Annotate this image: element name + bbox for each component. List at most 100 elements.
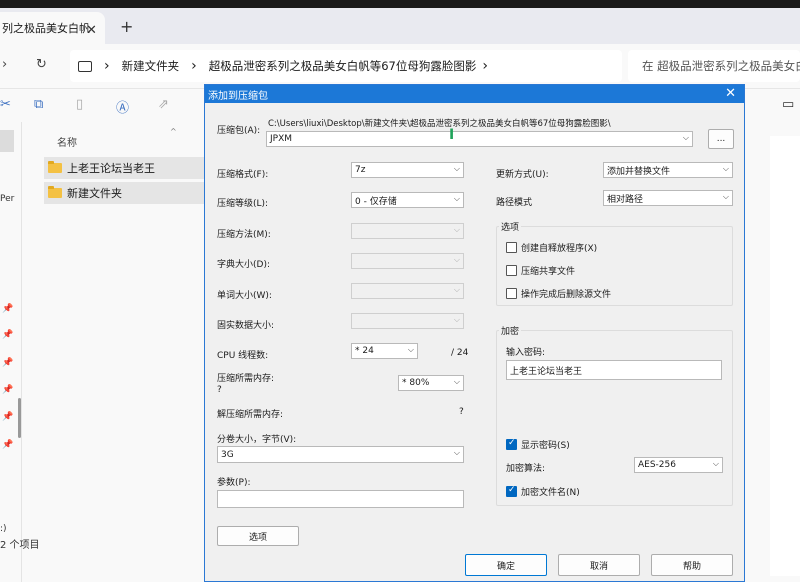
mem-decomp-value: ? bbox=[459, 407, 464, 417]
chevron-down-icon: ⌵ bbox=[722, 192, 729, 201]
list-item[interactable]: 新建文件夹 bbox=[44, 182, 204, 204]
scrollbar[interactable] bbox=[18, 398, 21, 438]
search-input[interactable]: 在 超极品泄密系列之极品美女白帆 bbox=[628, 50, 800, 82]
mem-comp-unknown: ? bbox=[217, 385, 222, 395]
encryption-method-select[interactable]: AES-256 ⌵ bbox=[634, 457, 723, 473]
update-select[interactable]: 添加并替换文件 ⌵ bbox=[603, 162, 733, 178]
chevron-right-icon: › bbox=[482, 58, 488, 74]
dict-select[interactable]: ⌵ bbox=[351, 253, 464, 269]
explorer-tab[interactable]: 列之极品美女白帆 ✕ bbox=[0, 12, 105, 44]
checkbox-box[interactable] bbox=[506, 485, 517, 497]
method-label: 压缩方法(M): bbox=[217, 230, 271, 240]
mem-comp-value: * 80% bbox=[402, 378, 430, 388]
show-password-checkbox[interactable]: 显示密码(S) bbox=[506, 438, 570, 451]
cancel-button[interactable]: 取消 bbox=[558, 554, 640, 576]
checkbox-label: 压缩共享文件 bbox=[521, 267, 576, 277]
text-cursor-icon: I bbox=[449, 127, 455, 143]
pin-icon: 📌 bbox=[2, 330, 14, 340]
archive-name-combo[interactable]: JPXM ⌵ bbox=[266, 131, 693, 147]
pin-icon: 📌 bbox=[2, 358, 14, 368]
address-bar[interactable]: › 新建文件夹 › 超极品泄密系列之极品美女白帆等67位母狗露脸图影 › bbox=[70, 50, 622, 82]
drive-label[interactable]: :) bbox=[0, 524, 7, 534]
browse-button[interactable]: ... bbox=[708, 129, 734, 149]
nav-item-label[interactable]: Per bbox=[0, 194, 14, 204]
details-pane bbox=[770, 136, 800, 576]
update-value: 添加并替换文件 bbox=[607, 166, 671, 177]
solid-select[interactable]: ⌵ bbox=[351, 313, 464, 329]
paste-icon[interactable]: ▯ bbox=[76, 97, 83, 112]
forward-icon[interactable]: › bbox=[2, 57, 7, 72]
encrypt-filenames-checkbox[interactable]: 加密文件名(N) bbox=[506, 485, 580, 498]
level-label: 压缩等级(L): bbox=[217, 199, 269, 209]
encryption-group-title: 加密 bbox=[499, 324, 522, 337]
path-mode-value: 相对路径 bbox=[607, 194, 644, 205]
password-input[interactable]: 上老王论坛当老王 bbox=[506, 360, 722, 380]
archive-name-value: JPXM bbox=[270, 134, 293, 144]
mem-comp-label: 压缩所需内存: bbox=[217, 374, 275, 384]
breadcrumb-item[interactable]: 超极品泄密系列之极品美女白帆等67位母狗露脸图影 bbox=[209, 58, 477, 74]
folder-icon bbox=[48, 186, 62, 198]
dialog-titlebar[interactable]: 添加到压缩包 ✕ bbox=[205, 85, 744, 103]
close-icon[interactable]: ✕ bbox=[725, 86, 736, 101]
chevron-down-icon: ⌵ bbox=[453, 377, 460, 386]
nav-selected-item[interactable] bbox=[0, 130, 14, 152]
checkbox-box[interactable] bbox=[506, 288, 517, 299]
cpu-select[interactable]: * 24 ⌵ bbox=[351, 343, 418, 359]
path-mode-select[interactable]: 相对路径 ⌵ bbox=[603, 190, 733, 206]
archive-label: 压缩包(A): bbox=[217, 126, 261, 136]
add-tab-icon[interactable]: + bbox=[120, 17, 133, 36]
word-select[interactable]: ⌵ bbox=[351, 283, 464, 299]
solid-label: 固实数据大小: bbox=[217, 321, 275, 331]
format-value: 7z bbox=[355, 165, 366, 175]
checkbox-label: 加密文件名(N) bbox=[521, 488, 580, 498]
share-icon[interactable]: ⇗ bbox=[158, 97, 169, 112]
volume-label: 分卷大小，字节(V): bbox=[217, 435, 297, 445]
rename-icon[interactable]: Ⓐ bbox=[116, 97, 129, 116]
help-button[interactable]: 帮助 bbox=[651, 554, 733, 576]
chevron-down-icon: ⌵ bbox=[407, 345, 414, 354]
chevron-right-icon: › bbox=[191, 58, 197, 74]
pin-icon: 📌 bbox=[2, 304, 14, 314]
list-item[interactable]: 上老王论坛当老王 bbox=[44, 157, 204, 179]
status-item-count: 2 个项目 bbox=[0, 540, 40, 551]
password-label: 输入密码: bbox=[506, 348, 546, 358]
method-select[interactable]: ⌵ bbox=[351, 223, 464, 239]
mem-comp-select[interactable]: * 80% ⌵ bbox=[398, 375, 464, 391]
folder-icon bbox=[48, 161, 62, 173]
breadcrumb-item[interactable]: 新建文件夹 bbox=[122, 58, 180, 74]
volume-combo[interactable]: 3G ⌵ bbox=[217, 446, 464, 463]
shared-checkbox[interactable]: 压缩共享文件 bbox=[506, 264, 575, 277]
refresh-icon[interactable]: ↻ bbox=[36, 57, 47, 72]
params-input[interactable] bbox=[217, 490, 464, 508]
format-label: 压缩格式(F): bbox=[217, 170, 269, 180]
close-icon[interactable]: ✕ bbox=[86, 23, 97, 38]
params-label: 参数(P): bbox=[217, 478, 251, 488]
cpu-label: CPU 线程数: bbox=[217, 351, 269, 361]
sfx-checkbox[interactable]: 创建自释放程序(X) bbox=[506, 241, 597, 254]
copy-icon[interactable]: ⧉ bbox=[34, 97, 43, 112]
path-mode-label: 路径模式 bbox=[496, 198, 533, 208]
ok-button[interactable]: 确定 bbox=[465, 554, 547, 576]
details-pane-icon[interactable]: ▭ bbox=[782, 97, 794, 112]
checkbox-box[interactable] bbox=[506, 242, 517, 253]
checkbox-box[interactable] bbox=[506, 438, 517, 450]
chevron-down-icon: ⌵ bbox=[453, 315, 460, 324]
computer-icon bbox=[78, 60, 92, 72]
encryption-method-value: AES-256 bbox=[638, 460, 676, 470]
options-button[interactable]: 选项 bbox=[217, 526, 299, 546]
format-select[interactable]: 7z ⌵ bbox=[351, 162, 464, 178]
chevron-down-icon: ⌵ bbox=[453, 225, 460, 234]
delete-source-checkbox[interactable]: 操作完成后删除源文件 bbox=[506, 287, 611, 300]
cpu-value: * 24 bbox=[355, 346, 374, 356]
level-select[interactable]: 0 - 仅存储 ⌵ bbox=[351, 192, 464, 208]
chevron-down-icon[interactable]: ⌵ bbox=[454, 448, 460, 458]
checkbox-label: 显示密码(S) bbox=[521, 441, 570, 451]
tab-bar: 列之极品美女白帆 ✕ + bbox=[0, 8, 800, 44]
cut-icon[interactable]: ✂ bbox=[0, 97, 11, 112]
volume-value: 3G bbox=[221, 449, 234, 460]
checkbox-box[interactable] bbox=[506, 265, 517, 276]
dialog-title: 添加到压缩包 bbox=[208, 90, 268, 102]
column-header-name[interactable]: 名称 bbox=[57, 134, 77, 149]
cpu-total: / 24 bbox=[451, 348, 469, 358]
chevron-down-icon[interactable]: ⌵ bbox=[683, 133, 689, 143]
